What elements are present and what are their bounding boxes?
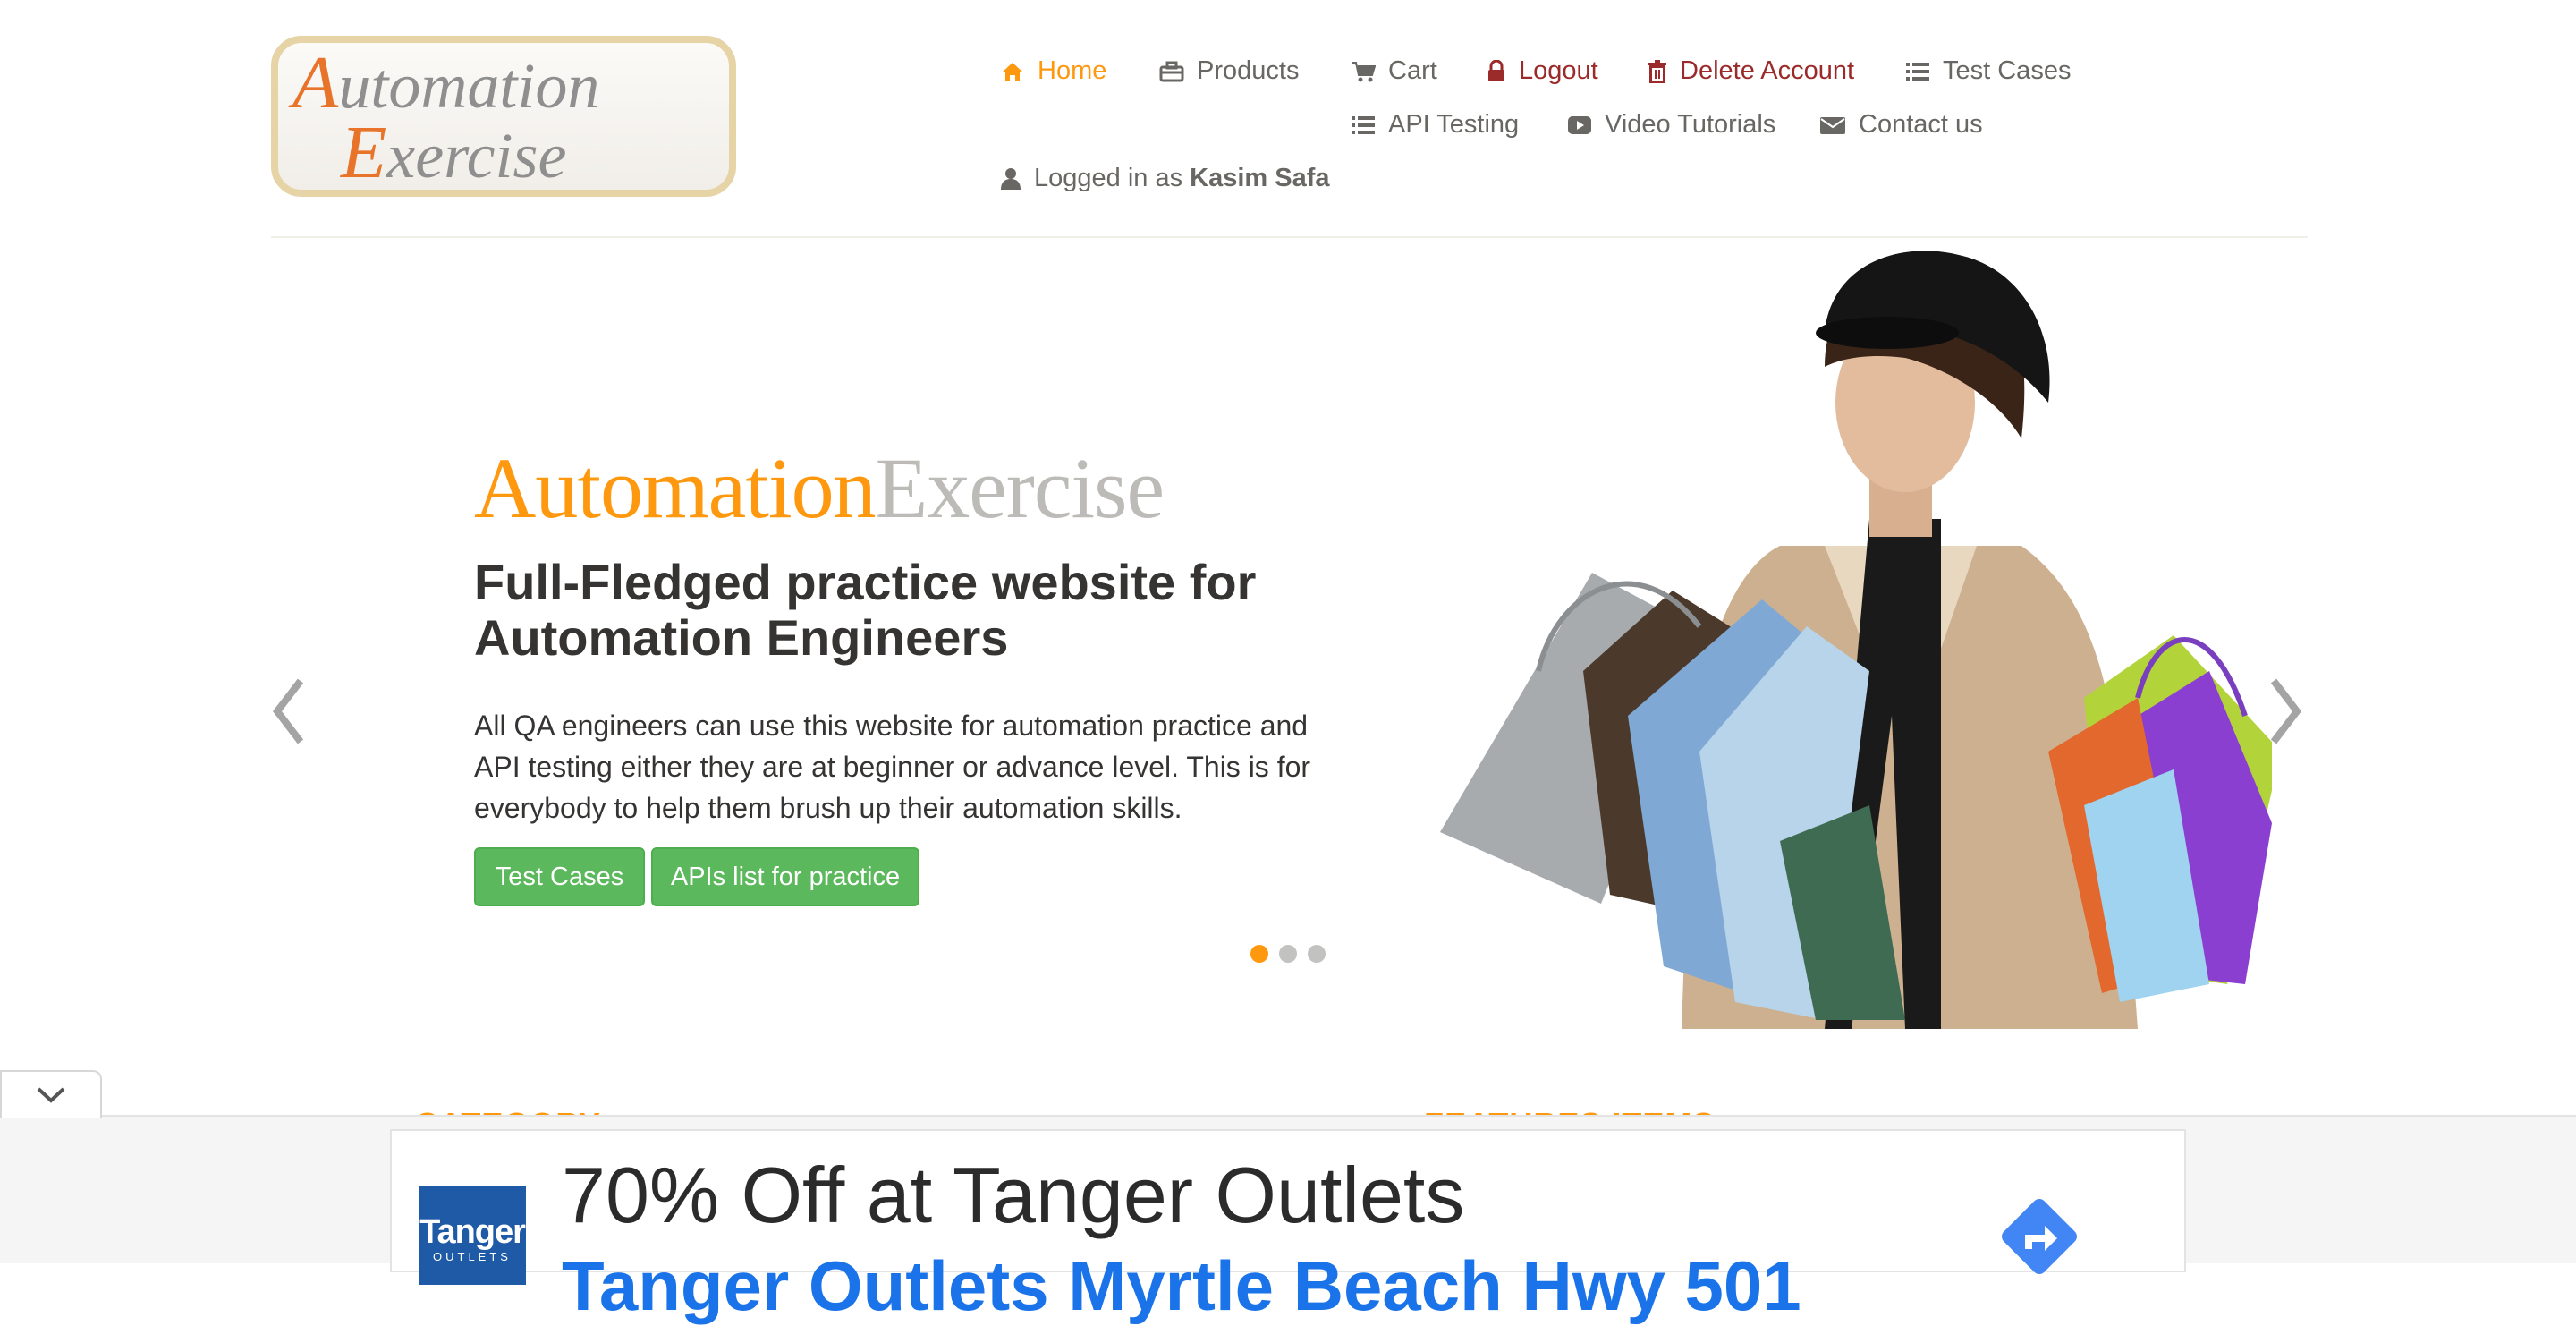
- nav-api-testing[interactable]: API Testing: [1351, 110, 1519, 140]
- carousel-prev-arrow[interactable]: [270, 676, 306, 752]
- nav-cart-label: Cart: [1388, 56, 1437, 85]
- briefcase-icon: [1159, 61, 1184, 81]
- site-logo[interactable]: Automation Exercise: [271, 36, 736, 197]
- chevron-down-icon: [37, 1087, 65, 1103]
- carousel-dot-2[interactable]: [1279, 945, 1297, 963]
- nav-test-cases-label: Test Cases: [1943, 56, 2072, 85]
- brand-title-part2: Exercise: [875, 440, 1165, 536]
- apis-list-button[interactable]: APIs list for practice: [651, 847, 919, 906]
- nav-home-label: Home: [1038, 56, 1107, 85]
- logged-in-username: Kasim Safa: [1190, 164, 1330, 192]
- carousel-dot-1[interactable]: [1250, 945, 1268, 963]
- nav-products-label: Products: [1197, 56, 1300, 85]
- nav-logout-label: Logout: [1519, 56, 1598, 85]
- logo-line2: Exercise: [340, 111, 567, 190]
- nav-logout[interactable]: Logout: [1487, 56, 1598, 86]
- nav-api-testing-label: API Testing: [1388, 110, 1520, 139]
- nav-cart[interactable]: Cart: [1351, 56, 1437, 86]
- chevron-left-icon: [272, 678, 304, 744]
- nav-contact-us[interactable]: Contact us: [1819, 110, 1983, 140]
- logo-line1: Automation: [288, 43, 599, 124]
- nav-home[interactable]: Home: [1000, 56, 1106, 86]
- nav-test-cases[interactable]: Test Cases: [1905, 56, 2071, 86]
- ad-brand-name: Tanger: [419, 1213, 526, 1251]
- user-icon: [1001, 167, 1021, 190]
- ad-banner-bar: Tanger OUTLETS 70% Off at Tanger Outlets…: [0, 1115, 2576, 1325]
- nav-delete-account-label: Delete Account: [1680, 56, 1855, 85]
- nav-products[interactable]: Products: [1159, 56, 1299, 86]
- envelope-icon: [1820, 116, 1845, 134]
- chevron-right-icon: [2270, 678, 2302, 744]
- trash-icon: [1648, 59, 1666, 83]
- test-cases-button[interactable]: Test Cases: [474, 847, 645, 906]
- youtube-play-icon: [1568, 115, 1591, 134]
- nav-contact-us-label: Contact us: [1859, 110, 1983, 139]
- lock-icon: [1488, 59, 1504, 81]
- cart-icon: [1352, 61, 1376, 81]
- nav-video-tutorials-label: Video Tutorials: [1605, 110, 1776, 139]
- nav-video-tutorials[interactable]: Video Tutorials: [1567, 110, 1775, 140]
- home-icon: [1002, 62, 1023, 81]
- carousel-dot-3[interactable]: [1308, 945, 1326, 963]
- header-divider: [271, 236, 2308, 238]
- slide-heading: Full-Fledged practice website for Automa…: [474, 554, 1257, 666]
- ad-brand-logo: Tanger OUTLETS: [419, 1186, 526, 1285]
- ad-collapse-toggle[interactable]: [0, 1070, 102, 1118]
- logged-in-status: Logged in as Kasim Safa: [1000, 164, 1330, 193]
- hero-image-shopping-woman: [1440, 251, 2272, 1029]
- slide-description: All QA engineers can use this website fo…: [474, 710, 1311, 824]
- list-icon: [1906, 62, 1929, 81]
- directions-icon[interactable]: [1995, 1192, 2084, 1281]
- ad-headline: 70% Off at Tanger Outlets: [562, 1151, 1465, 1239]
- list-icon: [1352, 115, 1375, 134]
- carousel-next-arrow[interactable]: [2268, 676, 2304, 752]
- nav-delete-account[interactable]: Delete Account: [1648, 56, 1854, 86]
- ad-subline: Tanger Outlets Myrtle Beach Hwy 501: [562, 1246, 1801, 1325]
- brand-title-part1: Automation: [474, 440, 877, 536]
- ad-banner[interactable]: Tanger OUTLETS 70% Off at Tanger Outlets…: [390, 1129, 2186, 1325]
- slide-brand-title: AutomationExercise: [474, 438, 1165, 539]
- logged-in-prefix: Logged in as: [1034, 164, 1183, 192]
